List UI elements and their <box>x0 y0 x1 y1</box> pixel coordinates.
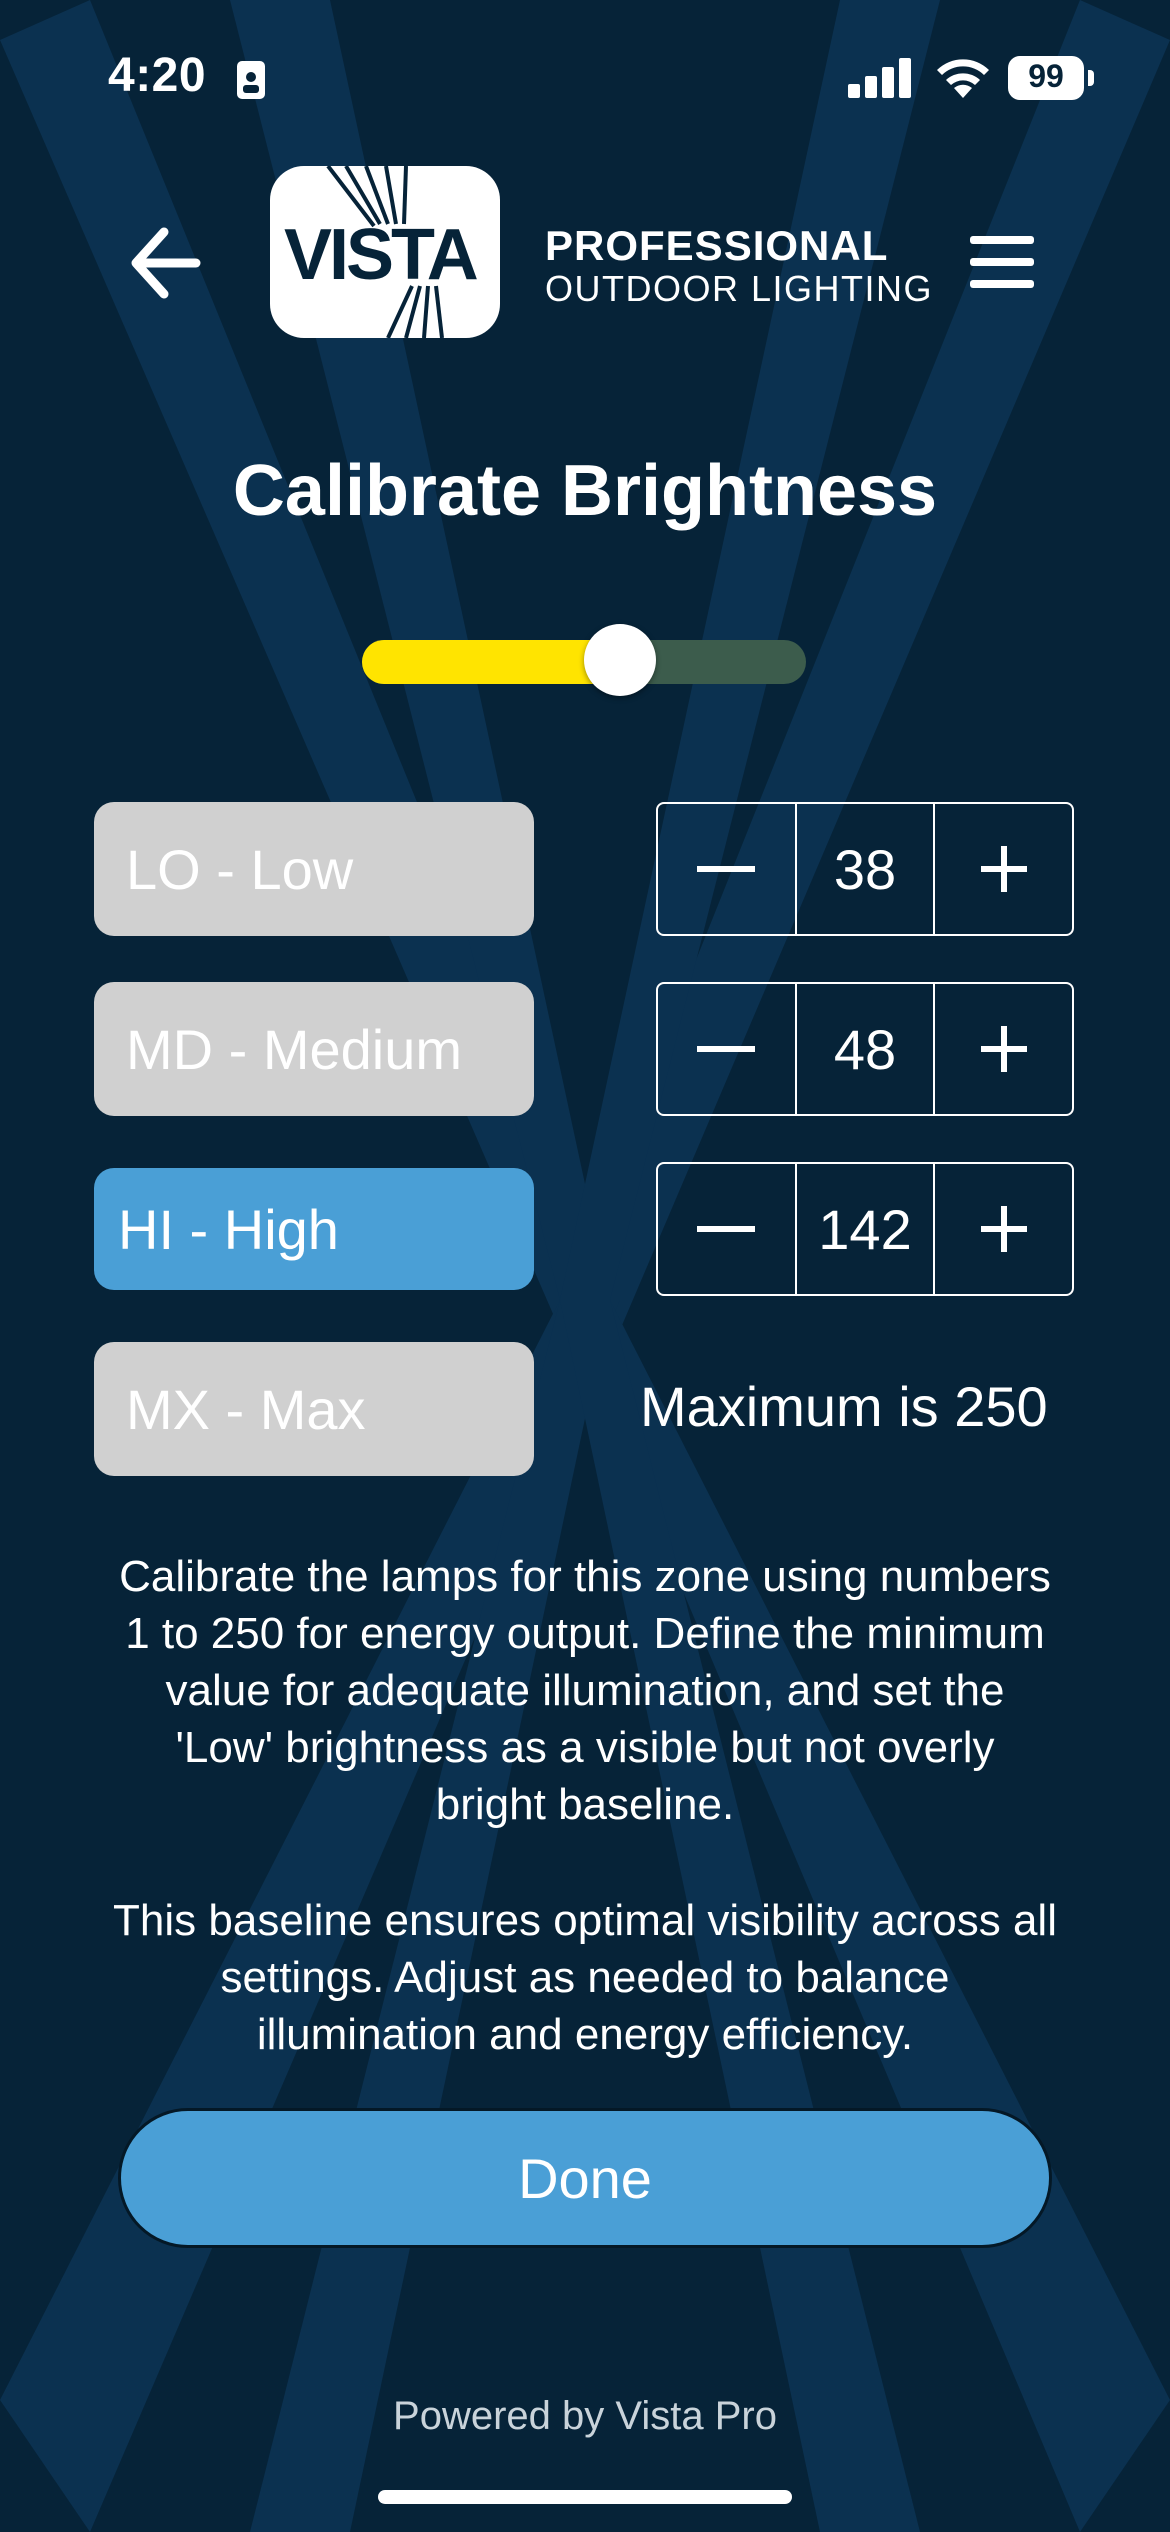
home-indicator <box>378 2490 792 2504</box>
level-button-medium[interactable]: MD - Medium <box>94 982 534 1116</box>
vista-logo: VISTA <box>270 166 500 338</box>
level-button-max[interactable]: MX - Max <box>94 1342 534 1476</box>
minus-icon <box>697 1226 756 1232</box>
stepper-value: 48 <box>794 984 934 1114</box>
description-paragraph-2: This baseline ensures optimal visibility… <box>40 1892 1130 2063</box>
level-label: MX - Max <box>126 1377 366 1441</box>
battery-icon: 99 <box>1008 56 1094 100</box>
description-line: 1 to 250 for energy output. Define the m… <box>125 1609 1045 1658</box>
stepper-value: 38 <box>794 804 934 934</box>
plus-icon <box>980 1026 1027 1072</box>
stepper-medium: 48 <box>656 982 1074 1116</box>
minus-icon <box>697 866 756 872</box>
stepper-low: 38 <box>656 802 1074 936</box>
brightness-slider-fill <box>362 640 620 684</box>
description-line: settings. Adjust as needed to balance <box>220 1953 950 2002</box>
footer-powered-by: Powered by Vista Pro <box>393 2394 777 2438</box>
battery-level: 99 <box>1028 58 1064 94</box>
increment-button[interactable] <box>933 984 1072 1114</box>
decrement-button[interactable] <box>658 984 795 1114</box>
page-title: Calibrate Brightness <box>232 451 938 531</box>
done-label: Done <box>518 2146 652 2210</box>
description-line: Calibrate the lamps for this zone using … <box>119 1552 1051 1601</box>
description-paragraph-1: Calibrate the lamps for this zone using … <box>40 1548 1130 1833</box>
wifi-icon <box>937 59 989 98</box>
plus-icon <box>980 846 1027 892</box>
brand-line-1: PROFESSIONAL <box>545 222 889 269</box>
done-button[interactable]: Done <box>118 2108 1052 2248</box>
level-button-high[interactable]: HI - High <box>94 1168 534 1290</box>
logo-text: VISTA <box>284 215 479 295</box>
level-label: MD - Medium <box>126 1017 463 1081</box>
brightness-slider-thumb[interactable] <box>584 624 656 696</box>
plus-icon <box>980 1206 1027 1252</box>
level-button-low[interactable]: LO - Low <box>94 802 534 936</box>
status-time: 4:20 <box>108 49 207 102</box>
level-label: HI - High <box>118 1197 339 1261</box>
maximum-note: Maximum is 250 <box>640 1375 1048 1438</box>
back-arrow-icon[interactable] <box>128 226 202 300</box>
increment-button[interactable] <box>933 1164 1072 1294</box>
cellular-signal-icon <box>848 58 911 98</box>
brand-line-2: OUTDOOR LIGHTING <box>545 268 934 309</box>
stepper-value: 142 <box>794 1164 934 1294</box>
decrement-button[interactable] <box>658 804 795 934</box>
description-line: illumination and energy efficiency. <box>256 2010 914 2059</box>
level-label: LO - Low <box>126 837 354 901</box>
stepper-high: 142 <box>656 1162 1074 1296</box>
description-line: value for adequate illumination, and set… <box>165 1666 1005 1715</box>
minus-icon <box>697 1046 756 1052</box>
hamburger-menu-icon[interactable] <box>970 236 1034 288</box>
description-line: This baseline ensures optimal visibility… <box>113 1896 1057 1945</box>
increment-button[interactable] <box>933 804 1072 934</box>
decrement-button[interactable] <box>658 1164 795 1294</box>
id-card-icon <box>237 61 265 99</box>
description-line: bright baseline. <box>435 1780 735 1829</box>
description-line: 'Low' brightness as a visible but not ov… <box>175 1723 995 1772</box>
